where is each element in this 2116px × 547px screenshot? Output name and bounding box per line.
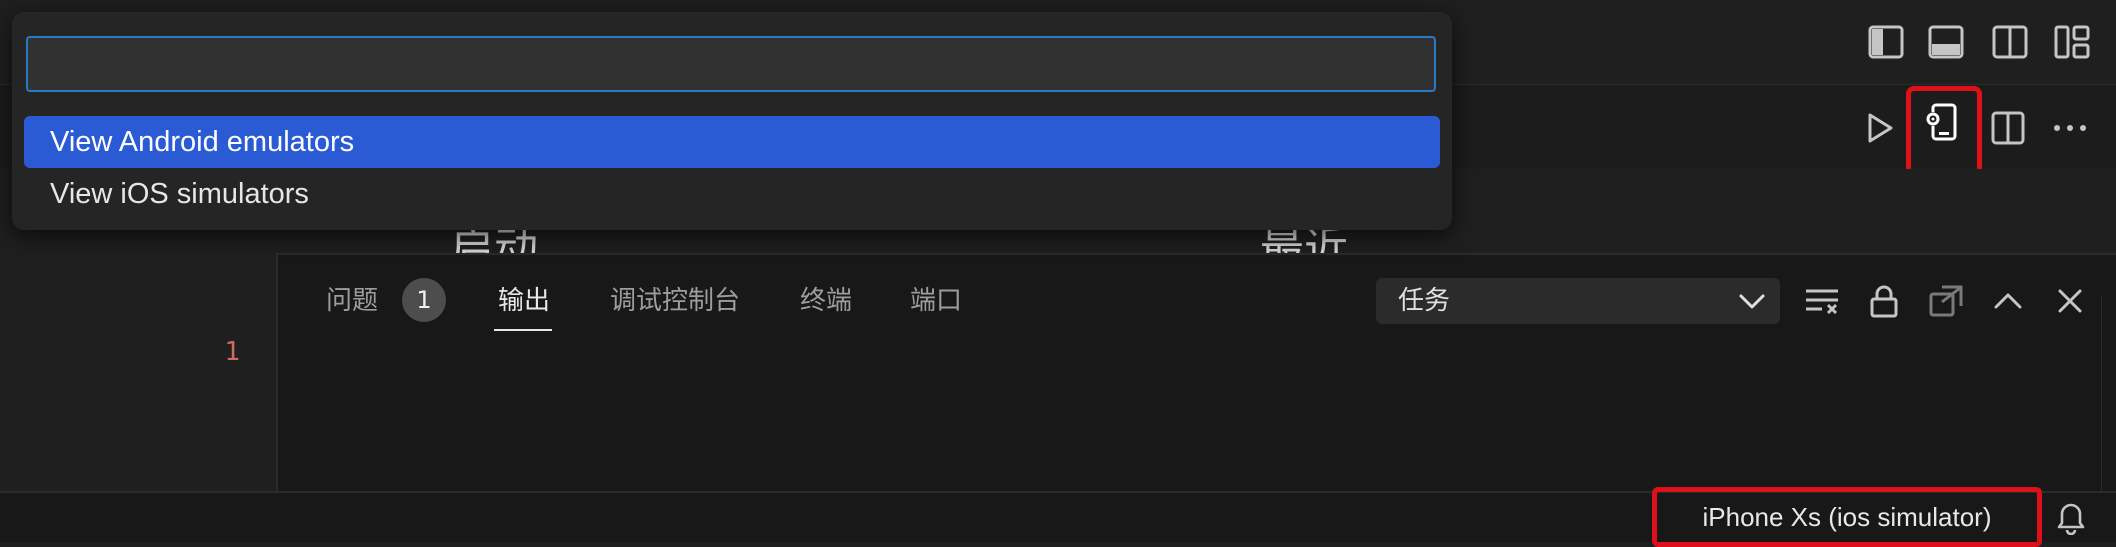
- toggle-primary-sidebar-icon[interactable]: [1864, 20, 1908, 64]
- heading-start: 启动: [450, 227, 538, 253]
- run-icon[interactable]: [1856, 104, 1904, 152]
- device-status-item[interactable]: iPhone Xs (ios simulator): [1652, 487, 2042, 547]
- lock-scroll-icon[interactable]: [1860, 277, 1908, 325]
- customize-layout-icon[interactable]: [2050, 20, 2094, 64]
- bottom-panel: 问题 1 输出 调试控制台 终端 端口 任务: [278, 253, 2116, 493]
- split-editor-icon[interactable]: [1984, 104, 2032, 152]
- more-actions-icon[interactable]: [2046, 104, 2094, 152]
- quick-pick-item-ios[interactable]: View iOS simulators: [24, 168, 1440, 220]
- panel-scrollbar[interactable]: [2101, 295, 2116, 491]
- open-in-editor-icon[interactable]: [1922, 277, 1970, 325]
- status-bar: iPhone Xs (ios simulator): [0, 487, 2116, 547]
- tab-output[interactable]: 输出: [498, 281, 550, 321]
- notification-bell-icon[interactable]: [2054, 499, 2088, 535]
- editor-gutter: 1: [0, 253, 278, 491]
- heading-recent: 最近: [1260, 227, 1348, 253]
- quick-pick-item-android[interactable]: View Android emulators: [24, 116, 1440, 168]
- toggle-secondary-sidebar-icon[interactable]: [1988, 20, 2032, 64]
- toggle-panel-icon[interactable]: [1924, 20, 1968, 64]
- tab-problems[interactable]: 问题: [326, 281, 378, 321]
- output-channel-value: 任务: [1398, 286, 1451, 316]
- line-number: 1: [224, 337, 240, 367]
- clear-output-icon[interactable]: [1798, 277, 1846, 325]
- tab-debug-console[interactable]: 调试控制台: [610, 281, 740, 321]
- quick-pick-dropdown: View Android emulators View iOS simulato…: [12, 12, 1452, 230]
- quick-pick-input[interactable]: [26, 36, 1436, 92]
- maximize-panel-icon[interactable]: [1984, 277, 2032, 325]
- tab-terminal[interactable]: 终端: [800, 281, 852, 321]
- close-panel-icon[interactable]: [2046, 277, 2094, 325]
- active-tab-indicator: [494, 329, 552, 331]
- output-channel-select[interactable]: 任务: [1376, 278, 1780, 324]
- device-settings-icon: [1921, 101, 1965, 145]
- chevron-down-icon: [1738, 288, 1766, 314]
- tab-ports[interactable]: 端口: [910, 281, 962, 321]
- problems-count-badge: 1: [402, 278, 446, 322]
